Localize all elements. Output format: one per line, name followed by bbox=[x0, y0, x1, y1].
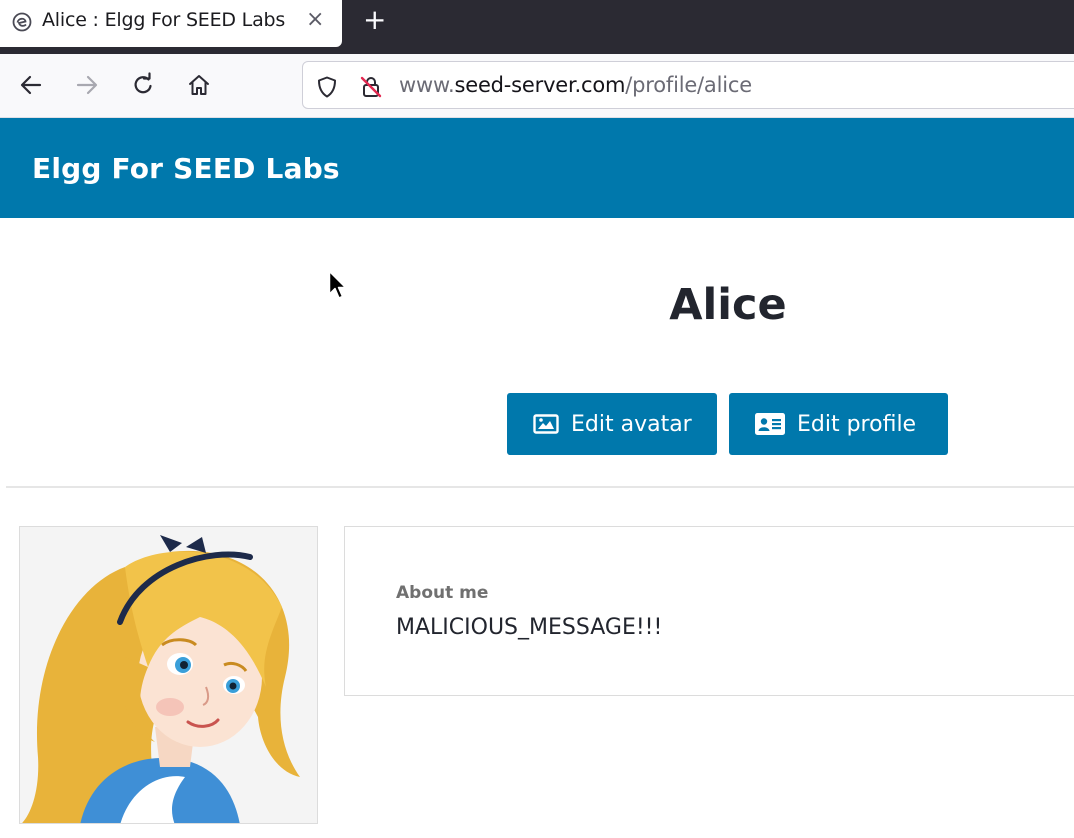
about-me-value: MALICIOUS_MESSAGE!!! bbox=[396, 615, 663, 640]
image-icon bbox=[533, 414, 559, 434]
edit-profile-label: Edit profile bbox=[797, 411, 917, 437]
url-bar[interactable]: www.seed-server.com/profile/alice bbox=[302, 61, 1074, 109]
site-title-link[interactable]: Elgg For SEED Labs bbox=[32, 152, 340, 185]
about-me-panel: About me MALICIOUS_MESSAGE!!! bbox=[344, 526, 1074, 696]
edit-profile-button[interactable]: Edit profile bbox=[729, 393, 948, 455]
browser-tab-bar: Alice : Elgg For SEED Labs × + bbox=[0, 0, 1074, 54]
profile-avatar[interactable] bbox=[19, 526, 318, 824]
url-prefix: www. bbox=[399, 73, 455, 97]
id-card-icon bbox=[755, 413, 785, 435]
reload-button[interactable] bbox=[128, 70, 158, 100]
browser-tab[interactable]: Alice : Elgg For SEED Labs × bbox=[0, 0, 342, 47]
about-me-label: About me bbox=[396, 583, 489, 603]
url-host: seed-server.com bbox=[454, 73, 626, 97]
profile-name: Alice bbox=[669, 280, 787, 330]
home-icon bbox=[189, 75, 209, 95]
back-button[interactable] bbox=[16, 70, 46, 100]
elgg-favicon-icon bbox=[12, 12, 32, 32]
url-text[interactable]: www.seed-server.com/profile/alice bbox=[399, 73, 752, 97]
section-divider bbox=[6, 486, 1074, 488]
mouse-pointer-icon bbox=[328, 270, 347, 299]
home-button[interactable] bbox=[184, 70, 214, 100]
arrow-left-icon bbox=[20, 75, 42, 95]
tab-close-button[interactable]: × bbox=[306, 6, 324, 34]
tab-title: Alice : Elgg For SEED Labs bbox=[42, 9, 286, 31]
edit-avatar-label: Edit avatar bbox=[571, 411, 692, 437]
reload-icon bbox=[134, 72, 152, 94]
new-tab-button[interactable]: + bbox=[363, 5, 386, 35]
arrow-right-icon bbox=[76, 75, 98, 95]
url-path: /profile/alice bbox=[625, 73, 752, 97]
site-header: Elgg For SEED Labs bbox=[0, 118, 1074, 218]
insecure-lock-icon[interactable] bbox=[359, 75, 383, 99]
shield-icon[interactable] bbox=[315, 75, 339, 99]
browser-nav-bar: www.seed-server.com/profile/alice bbox=[0, 54, 1074, 118]
forward-button[interactable] bbox=[72, 70, 102, 100]
alice-avatar-image bbox=[22, 535, 300, 823]
edit-avatar-button[interactable]: Edit avatar bbox=[507, 393, 717, 455]
